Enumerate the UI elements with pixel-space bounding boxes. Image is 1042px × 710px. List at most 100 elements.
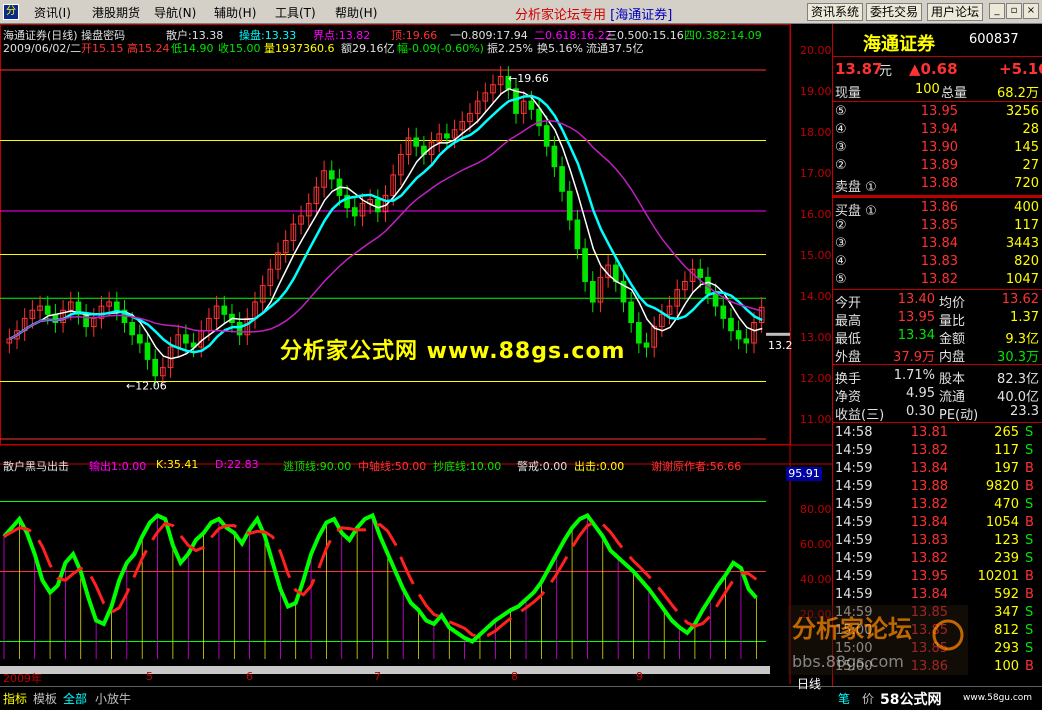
indicator-header: 散户黑马出击 输出1:0.00 K:35.41 D:22.83 逃顶线:90.0…: [3, 458, 741, 474]
tab-xiaofangniu[interactable]: 小放牛: [95, 690, 131, 707]
price-tick: 17.00: [800, 167, 832, 180]
minimize-icon[interactable]: _: [989, 3, 1005, 19]
date-tick: 6: [246, 670, 253, 683]
tick-row: 14:59 13.84 592 B: [833, 587, 1042, 604]
candle-body: [44, 305, 51, 315]
candle-body: [728, 317, 734, 332]
candle-body: [137, 334, 143, 344]
candle-body: [129, 322, 136, 336]
candle-body: [144, 342, 151, 360]
tick-row: 14:59 13.82 470 S: [833, 497, 1042, 514]
tick-price: 13.81: [910, 425, 948, 440]
price-tick: 15.00: [800, 249, 832, 262]
tick-volume: 347: [994, 605, 1019, 620]
restore-icon[interactable]: ▫: [1006, 3, 1022, 19]
tick-row: 14:59 13.84 1054 B: [833, 515, 1042, 532]
k-value: K:35.41: [156, 458, 199, 471]
title-broker: [海通证券]: [610, 8, 673, 23]
xianliang-value: 100: [915, 82, 940, 97]
candle-body: [221, 305, 228, 315]
stat-label: 最高: [835, 314, 862, 329]
candle-body: [712, 293, 719, 307]
xianliang-label: 现量: [835, 86, 862, 101]
date-tick: 2009年: [3, 672, 42, 685]
tab-jia[interactable]: 价: [862, 690, 874, 707]
stat-value: 0.30: [906, 404, 935, 419]
tick-time: 14:59: [835, 515, 873, 530]
trade-button[interactable]: 委托交易: [866, 3, 923, 21]
tab-moban[interactable]: 模板: [33, 690, 57, 707]
candle-body: [735, 330, 742, 340]
close-icon[interactable]: ×: [1023, 3, 1039, 19]
float-value: 流通37.5亿: [586, 42, 644, 55]
indicator-chart[interactable]: [0, 501, 770, 675]
tick-row: 14:59 13.84 197 B: [833, 461, 1042, 478]
taoding-value: 逃顶线:90.00: [283, 460, 352, 473]
menu-fuzhu[interactable]: 辅助(H): [214, 4, 256, 21]
stat-label: 今开: [835, 296, 862, 311]
tick-time: 14:59: [835, 461, 873, 476]
tick-time: 14:59: [835, 551, 873, 566]
date-tick: 5: [146, 670, 153, 683]
menu-zixun[interactable]: 资讯(I): [34, 4, 71, 21]
d-value: D:22.83: [215, 458, 259, 471]
fib4-value: 四0.382:14.09: [684, 29, 762, 42]
order-level: ④: [835, 254, 847, 269]
price-tick: 19.00: [800, 85, 832, 98]
tick-price: 13.84: [910, 461, 948, 476]
candle-body: [574, 219, 581, 250]
stat-label: 金额: [939, 332, 966, 347]
site-logo: 58公式网: [880, 692, 942, 708]
order-volume: 145: [1014, 140, 1039, 155]
menu-ganggu[interactable]: 港股期货: [92, 4, 140, 21]
stat-row: 净资 4.95 流通 40.0亿: [833, 386, 1042, 405]
tick-side: B: [1025, 461, 1034, 476]
candle-body: [183, 334, 189, 344]
stat-label: 均价: [939, 296, 966, 311]
tick-side: B: [1025, 587, 1034, 602]
stat-label: 外盘: [835, 350, 862, 365]
forum-button[interactable]: 用户论坛: [927, 3, 984, 21]
stat-row: 最高 13.95 量比 1.37: [833, 310, 1042, 329]
price-tick: 16.00: [800, 208, 832, 221]
tab-quanbu[interactable]: 全部: [63, 690, 87, 707]
menu-bangzhu[interactable]: 帮助(H): [335, 4, 377, 21]
order-volume: 720: [1014, 176, 1039, 191]
order-level: ②: [835, 158, 847, 173]
sell-row: ③ 13.90 145: [833, 140, 1042, 157]
zongliang-label: 总量: [941, 86, 968, 101]
tab-zhibiao[interactable]: 指标: [3, 690, 27, 707]
stat-label: 流通: [939, 390, 966, 405]
indicator-current-badge: 95.91: [786, 467, 822, 481]
order-price: 13.89: [920, 158, 958, 173]
order-price: 13.85: [920, 218, 958, 233]
tick-side: S: [1025, 605, 1034, 620]
tick-time: 14:59: [835, 569, 873, 584]
menu-daohang[interactable]: 导航(N): [154, 4, 196, 21]
stat-value: 4.95: [906, 386, 935, 401]
close-value: 收15.00: [218, 42, 261, 55]
tick-time: 14:59: [835, 497, 873, 512]
order-level: ⑤: [835, 272, 847, 287]
app-logo-icon[interactable]: 分: [3, 4, 19, 20]
stat-label: 最低: [835, 332, 862, 347]
tab-bi[interactable]: 笔: [838, 690, 850, 707]
stat-value: 13.95: [897, 310, 935, 325]
stock-name: 海通证券: [863, 34, 935, 55]
indicator-k-line: [2, 512, 758, 644]
indicator-tick: 80.00: [800, 503, 832, 516]
stat-value: 30.3万: [997, 350, 1039, 365]
menu-gongju[interactable]: 工具(T): [275, 4, 316, 21]
candle-body: [566, 190, 573, 221]
shuchu-value: 输出1:0.00: [89, 460, 147, 473]
tick-price: 13.83: [910, 533, 948, 548]
stat-value: 40.0亿: [997, 390, 1039, 405]
order-level: ⑤: [835, 104, 847, 119]
period-label[interactable]: 日线: [797, 675, 821, 692]
sell-row: ⑤ 13.95 3256: [833, 104, 1042, 121]
tick-volume: 812: [994, 623, 1019, 638]
candle-body: [113, 301, 120, 311]
info-system-button[interactable]: 资讯系统: [807, 3, 864, 21]
buy-row: ③ 13.84 3443: [833, 236, 1042, 253]
site-watermark: 分析家公式网 www.88gs.com: [280, 339, 626, 364]
